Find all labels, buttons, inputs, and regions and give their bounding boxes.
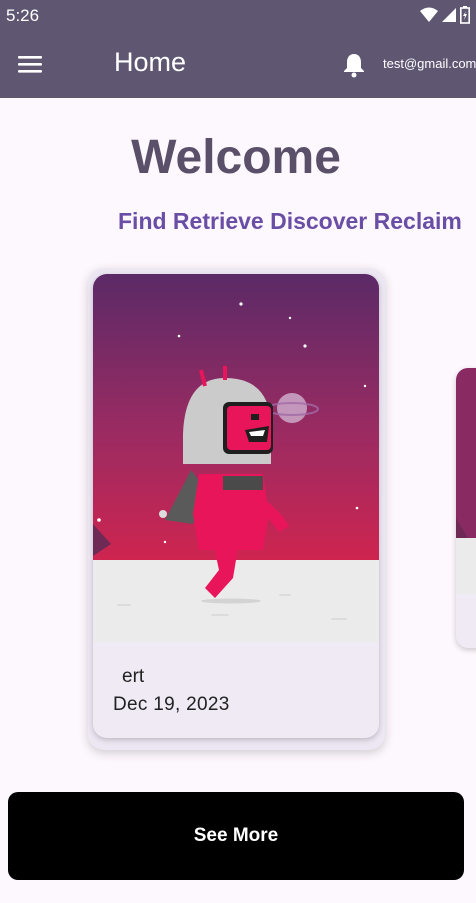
menu-icon [18,56,42,73]
next-item-card[interactable] [456,368,476,648]
tagline: Find Retrieve Discover Reclaim [118,208,462,234]
status-icons [420,6,470,24]
next-item-image [456,368,476,594]
astronaut-robot-illustration [93,274,379,642]
bell-icon [344,54,364,78]
wifi-icon [420,7,438,22]
welcome-heading: Welcome [0,130,476,185]
battery-icon [460,6,470,24]
status-bar: 5:26 [0,0,476,32]
page-title: Home [114,47,187,77]
signal-icon [442,8,456,22]
menu-button[interactable] [14,49,46,81]
notifications-button[interactable] [340,51,368,79]
card-item-date: Dec 19, 2023 [113,694,230,715]
item-card[interactable]: ert Dec 19, 2023 [93,274,379,738]
card-item-name: ert [122,666,145,687]
see-more-button[interactable]: See More [8,792,464,880]
user-email: test@gmail.com [383,56,476,71]
welcome-heading-text: Welcome [131,131,341,184]
app-bar: Home test@gmail.com [0,32,476,98]
status-time: 5:26 [6,6,40,25]
